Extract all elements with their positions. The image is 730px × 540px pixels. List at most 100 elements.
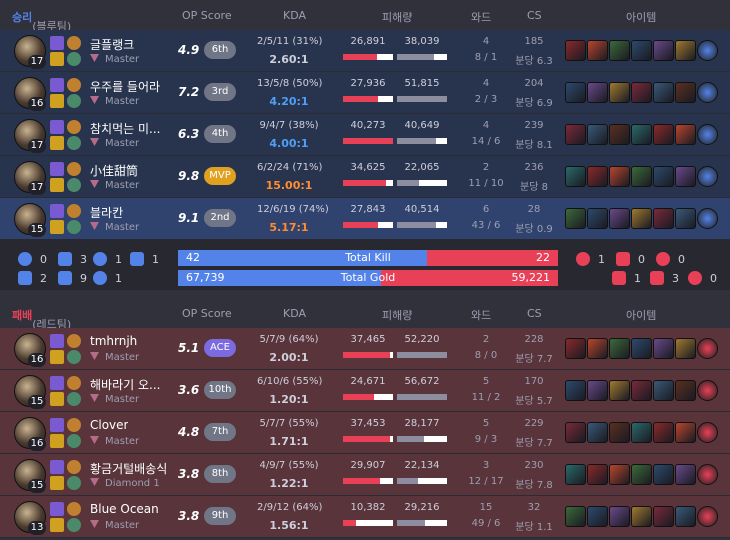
secondary-rune-icon[interactable]: [67, 136, 81, 150]
summoner-spell-icon[interactable]: [50, 120, 64, 134]
keystone-rune-icon[interactable]: [67, 204, 81, 218]
secondary-rune-icon[interactable]: [67, 518, 81, 532]
item-slot-icon[interactable]: [653, 380, 674, 401]
summoner-name[interactable]: Blue Ocean: [90, 502, 159, 516]
summoner-spell-icon[interactable]: [50, 220, 64, 234]
keystone-rune-icon[interactable]: [67, 120, 81, 134]
keystone-rune-icon[interactable]: [67, 418, 81, 432]
summoner-spell-icon[interactable]: [50, 78, 64, 92]
summoner-spell-icon[interactable]: [50, 376, 64, 390]
item-slot-icon[interactable]: [675, 166, 696, 187]
trinket-icon[interactable]: [697, 124, 718, 145]
summoner-spell-icon[interactable]: [50, 392, 64, 406]
trinket-icon[interactable]: [697, 422, 718, 443]
item-slot-icon[interactable]: [609, 82, 630, 103]
trinket-icon[interactable]: [697, 40, 718, 61]
item-slot-icon[interactable]: [587, 82, 608, 103]
summoner-name[interactable]: tmhrnjh: [90, 334, 137, 348]
item-slot-icon[interactable]: [587, 422, 608, 443]
secondary-rune-icon[interactable]: [67, 52, 81, 66]
secondary-rune-icon[interactable]: [67, 94, 81, 108]
trinket-icon[interactable]: [697, 166, 718, 187]
summoner-spell-icon[interactable]: [50, 502, 64, 516]
item-slot-icon[interactable]: [609, 40, 630, 61]
summoner-name[interactable]: 황금거털배송식: [90, 460, 166, 477]
item-slot-icon[interactable]: [631, 338, 652, 359]
item-slot-icon[interactable]: [631, 124, 652, 145]
secondary-rune-icon[interactable]: [67, 178, 81, 192]
item-slot-icon[interactable]: [587, 124, 608, 145]
item-slot-icon[interactable]: [609, 464, 630, 485]
summoner-spell-icon[interactable]: [50, 460, 64, 474]
keystone-rune-icon[interactable]: [67, 460, 81, 474]
item-slot-icon[interactable]: [675, 422, 696, 443]
item-slot-icon[interactable]: [675, 338, 696, 359]
item-slot-icon[interactable]: [609, 124, 630, 145]
item-slot-icon[interactable]: [675, 124, 696, 145]
item-slot-icon[interactable]: [587, 208, 608, 229]
item-slot-icon[interactable]: [609, 380, 630, 401]
summoner-name[interactable]: 해바라기 오...: [90, 376, 160, 393]
summoner-name[interactable]: 블라칸: [90, 204, 123, 221]
item-slot-icon[interactable]: [675, 380, 696, 401]
item-slot-icon[interactable]: [587, 380, 608, 401]
item-slot-icon[interactable]: [675, 506, 696, 527]
keystone-rune-icon[interactable]: [67, 334, 81, 348]
summoner-spell-icon[interactable]: [50, 162, 64, 176]
secondary-rune-icon[interactable]: [67, 476, 81, 490]
item-slot-icon[interactable]: [609, 422, 630, 443]
item-slot-icon[interactable]: [565, 208, 586, 229]
summoner-name[interactable]: 글플랭크: [90, 36, 134, 53]
item-slot-icon[interactable]: [631, 506, 652, 527]
summoner-name[interactable]: 우주를 들어라: [90, 78, 160, 95]
item-slot-icon[interactable]: [565, 166, 586, 187]
item-slot-icon[interactable]: [631, 380, 652, 401]
summoner-name[interactable]: 참치먹는 미...: [90, 120, 160, 137]
summoner-spell-icon[interactable]: [50, 434, 64, 448]
summoner-name[interactable]: Clover: [90, 418, 128, 432]
item-slot-icon[interactable]: [631, 40, 652, 61]
keystone-rune-icon[interactable]: [67, 78, 81, 92]
item-slot-icon[interactable]: [631, 422, 652, 443]
trinket-icon[interactable]: [697, 380, 718, 401]
item-slot-icon[interactable]: [609, 208, 630, 229]
item-slot-icon[interactable]: [565, 464, 586, 485]
summoner-spell-icon[interactable]: [50, 178, 64, 192]
keystone-rune-icon[interactable]: [67, 162, 81, 176]
item-slot-icon[interactable]: [653, 464, 674, 485]
summoner-spell-icon[interactable]: [50, 52, 64, 66]
item-slot-icon[interactable]: [587, 338, 608, 359]
secondary-rune-icon[interactable]: [67, 434, 81, 448]
item-slot-icon[interactable]: [631, 464, 652, 485]
trinket-icon[interactable]: [697, 506, 718, 527]
secondary-rune-icon[interactable]: [67, 392, 81, 406]
secondary-rune-icon[interactable]: [67, 350, 81, 364]
item-slot-icon[interactable]: [675, 40, 696, 61]
item-slot-icon[interactable]: [653, 338, 674, 359]
summoner-spell-icon[interactable]: [50, 36, 64, 50]
keystone-rune-icon[interactable]: [67, 36, 81, 50]
item-slot-icon[interactable]: [565, 82, 586, 103]
item-slot-icon[interactable]: [565, 506, 586, 527]
item-slot-icon[interactable]: [587, 40, 608, 61]
item-slot-icon[interactable]: [653, 40, 674, 61]
item-slot-icon[interactable]: [653, 166, 674, 187]
trinket-icon[interactable]: [697, 338, 718, 359]
summoner-name[interactable]: 小佳甜筒: [90, 162, 138, 179]
item-slot-icon[interactable]: [653, 506, 674, 527]
secondary-rune-icon[interactable]: [67, 220, 81, 234]
trinket-icon[interactable]: [697, 208, 718, 229]
item-slot-icon[interactable]: [609, 166, 630, 187]
item-slot-icon[interactable]: [587, 166, 608, 187]
item-slot-icon[interactable]: [609, 338, 630, 359]
item-slot-icon[interactable]: [631, 82, 652, 103]
item-slot-icon[interactable]: [565, 422, 586, 443]
item-slot-icon[interactable]: [565, 338, 586, 359]
keystone-rune-icon[interactable]: [67, 502, 81, 516]
item-slot-icon[interactable]: [675, 208, 696, 229]
item-slot-icon[interactable]: [631, 208, 652, 229]
summoner-spell-icon[interactable]: [50, 418, 64, 432]
summoner-spell-icon[interactable]: [50, 350, 64, 364]
trinket-icon[interactable]: [697, 82, 718, 103]
item-slot-icon[interactable]: [675, 82, 696, 103]
